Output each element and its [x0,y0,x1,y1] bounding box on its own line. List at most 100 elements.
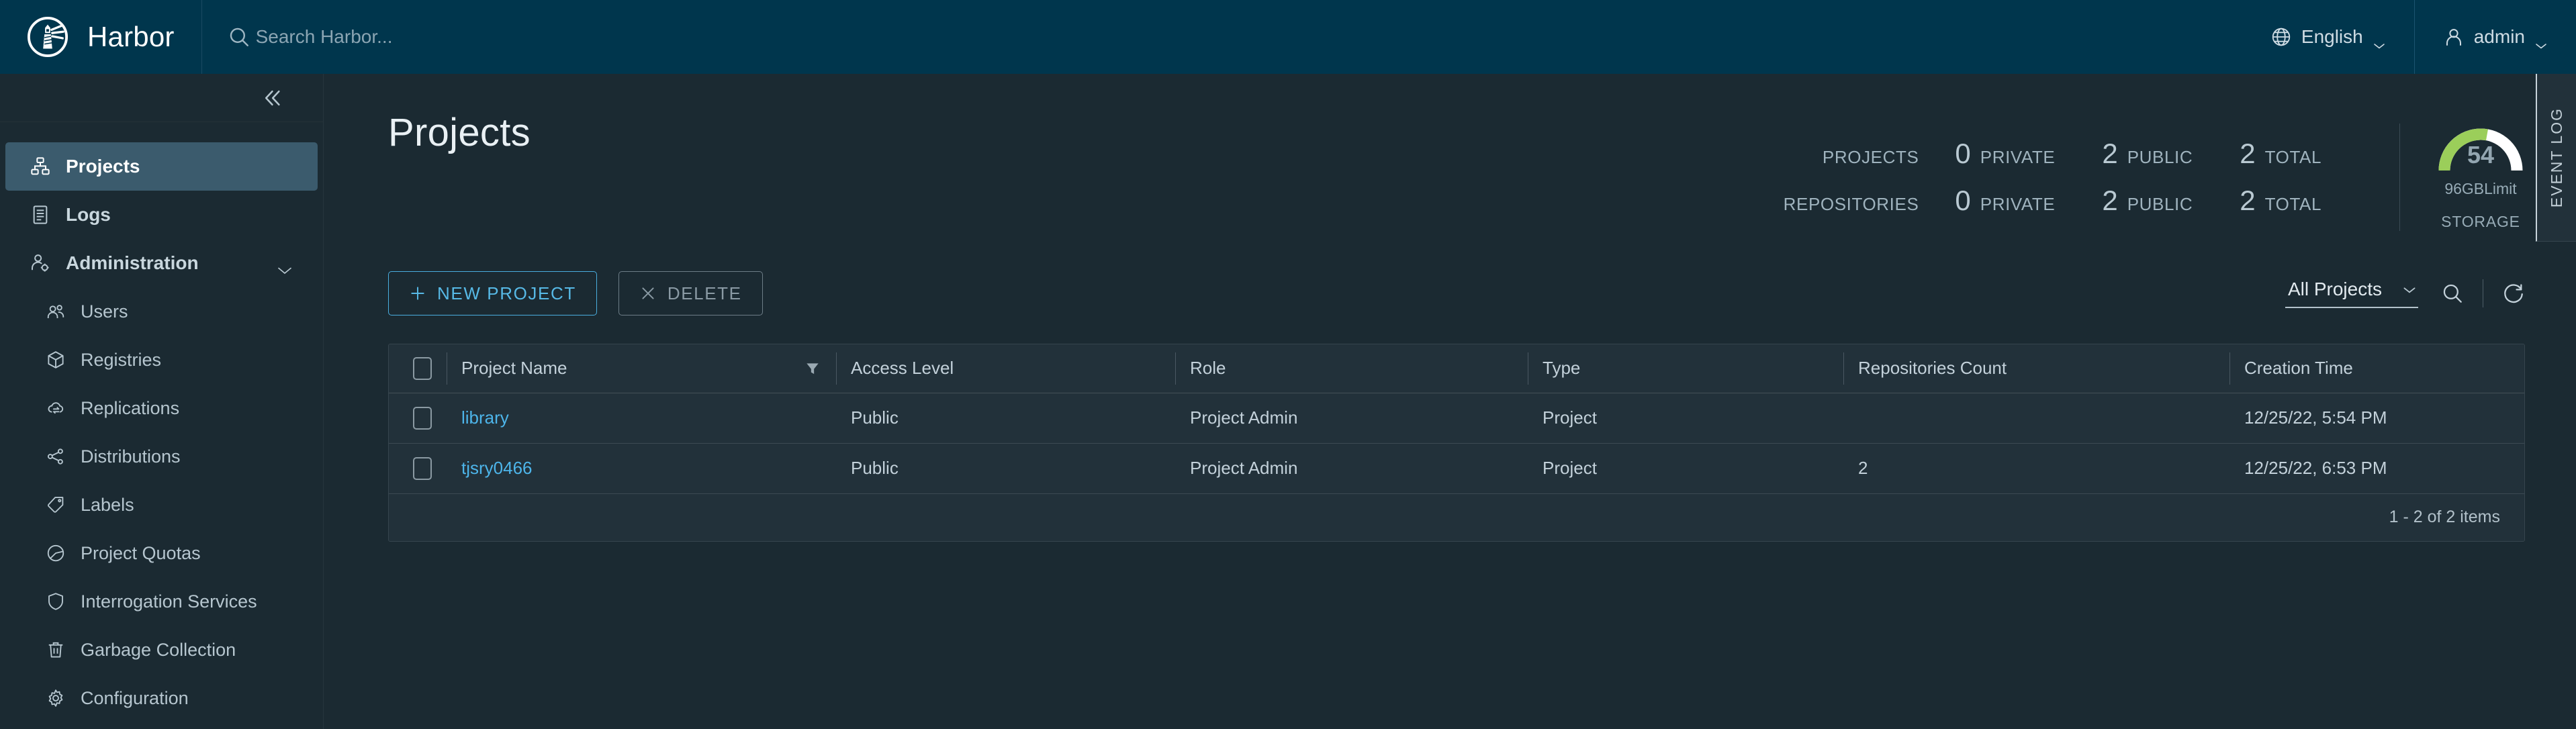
cell-type: Project [1528,393,1843,444]
sidebar-item-label: Garbage Collection [81,639,236,660]
column-label: Access Level [851,358,954,379]
select-all-checkbox[interactable] [413,356,432,380]
sidebar-item-label: Configuration [81,687,189,708]
column-header-repositories-count[interactable]: Repositories Count [1843,344,2229,393]
header-actions: English admin [2242,0,2576,74]
logs-icon [30,204,51,226]
language-label: English [2301,26,2363,47]
sidebar-item-logs[interactable]: Logs [5,191,318,239]
storage-gauge: 54 [2436,124,2525,173]
table-row[interactable]: tjsry0466 Public Project Admin Project 2… [389,443,2524,494]
sidebar-item-project-quotas[interactable]: Project Quotas [5,529,318,577]
global-search[interactable] [228,0,2242,74]
column-header-type[interactable]: Type [1528,344,1843,393]
delete-label: DELETE [667,283,742,303]
cell-access-level: Public [836,393,1175,444]
sidebar-item-label: Registries [81,349,162,370]
sidebar-item-label: Interrogation Services [81,591,257,612]
trash-icon [46,640,66,660]
sidebar-item-replications[interactable]: Replications [5,384,318,432]
cell-role: Project Admin [1175,443,1528,494]
sidebar-item-garbage-collection[interactable]: Garbage Collection [5,626,318,674]
stat-row-label: PROJECTS [1822,147,1919,167]
table-header-row: Project Name Access Level Role Type Repo… [389,344,2524,393]
admin-user-gear-icon [30,252,51,274]
new-project-button[interactable]: NEW PROJECT [388,271,597,315]
column-header-role[interactable]: Role [1175,344,1528,393]
cell-creation-time: 12/25/22, 6:53 PM [2229,443,2524,494]
storage-widget: 54 96GBLimit STORAGE [2399,124,2525,231]
sidebar-item-interrogation-services[interactable]: Interrogation Services [5,577,318,626]
table-pagination-summary: 1 - 2 of 2 items [389,493,2524,541]
stat-unit: TOTAL [2264,194,2321,214]
column-label: Repositories Count [1858,358,2007,379]
sidebar-item-label: Replications [81,397,180,418]
stat-row-label: REPOSITORIES [1783,194,1919,214]
pie-chart-icon [46,543,66,563]
cell-type: Project [1528,443,1843,494]
column-header-access-level[interactable]: Access Level [836,344,1175,393]
column-label: Type [1543,358,1581,379]
filter-icon[interactable] [804,360,821,377]
cube-icon [46,350,66,370]
sidebar-item-administration[interactable]: Administration [5,239,318,287]
statistics-grid: PROJECTS 0 PRIVATE 2 PUBLIC 2 TOTAL REPO… [1784,138,2368,217]
row-checkbox[interactable] [413,456,432,480]
chevron-down-icon[interactable] [276,258,293,274]
brand-area[interactable]: Harbor [0,0,202,74]
storage-caption: STORAGE [2441,213,2520,230]
language-selector[interactable]: English [2242,0,2414,74]
stat-value: 2 [2102,185,2118,216]
chevron-down-icon [2373,33,2386,49]
table-search-icon[interactable] [2441,282,2464,305]
project-scope-select[interactable]: All Projects [2285,279,2418,308]
tag-icon [46,495,66,515]
sidebar-item-label: Logs [66,204,111,225]
row-checkbox[interactable] [413,406,432,430]
column-header-project-name[interactable]: Project Name [447,344,836,393]
sidebar-item-users[interactable]: Users [5,287,318,336]
sidebar-item-label: Administration [66,252,199,273]
main-content: Projects PROJECTS 0 PRIVATE 2 PUBLIC 2 T… [324,74,2576,729]
projects-table: Project Name Access Level Role Type Repo… [388,344,2525,542]
cell-repositories-count: 2 [1843,443,2229,494]
chevron-down-icon [2402,285,2416,293]
stat-value: 2 [2102,138,2118,169]
sidebar-item-projects[interactable]: Projects [5,142,318,191]
new-project-label: NEW PROJECT [437,283,576,303]
stat-unit: PUBLIC [2127,194,2193,214]
stat-projects-private: 0 PRIVATE [1955,138,2102,170]
project-link[interactable]: tjsry0466 [461,458,533,478]
sidebar: Projects Logs Administration Users Regis… [0,74,324,729]
sidebar-item-labels[interactable]: Labels [5,481,318,529]
double-chevron-left-icon[interactable] [260,87,283,109]
storage-limit-label: 96GBLimit [2444,180,2517,197]
statistics-panel: PROJECTS 0 PRIVATE 2 PUBLIC 2 TOTAL REPO… [1784,110,2525,231]
event-log-label: EVENT LOG [2547,107,2565,208]
refresh-icon[interactable] [2502,282,2525,305]
column-label: Creation Time [2244,358,2353,379]
sidebar-nav: Projects Logs Administration Users Regis… [0,122,323,722]
delete-button[interactable]: DELETE [618,271,763,315]
stat-value: 2 [2240,185,2256,216]
stat-unit: PRIVATE [1980,194,2056,214]
project-link[interactable]: library [461,407,509,428]
sidebar-item-label: Projects [66,156,140,177]
plus-icon [409,285,426,302]
brand-title: Harbor [87,21,175,52]
user-menu[interactable]: admin [2413,0,2576,74]
search-input[interactable] [255,21,672,52]
stat-repositories-private: 0 PRIVATE [1955,185,2102,217]
sidebar-item-configuration[interactable]: Configuration [5,674,318,722]
column-header-creation-time[interactable]: Creation Time [2229,344,2524,393]
row-select-cell [389,393,447,444]
stat-value: 0 [1955,138,1971,169]
sidebar-item-registries[interactable]: Registries [5,336,318,384]
harbor-lighthouse-logo-icon [27,16,68,58]
users-icon [46,301,66,322]
user-label: admin [2473,26,2525,47]
event-log-tab[interactable]: EVENT LOG [2536,74,2576,242]
table-row[interactable]: library Public Project Admin Project 12/… [389,393,2524,444]
sidebar-item-distributions[interactable]: Distributions [5,432,318,481]
app-shell: Projects Logs Administration Users Regis… [0,74,2576,729]
